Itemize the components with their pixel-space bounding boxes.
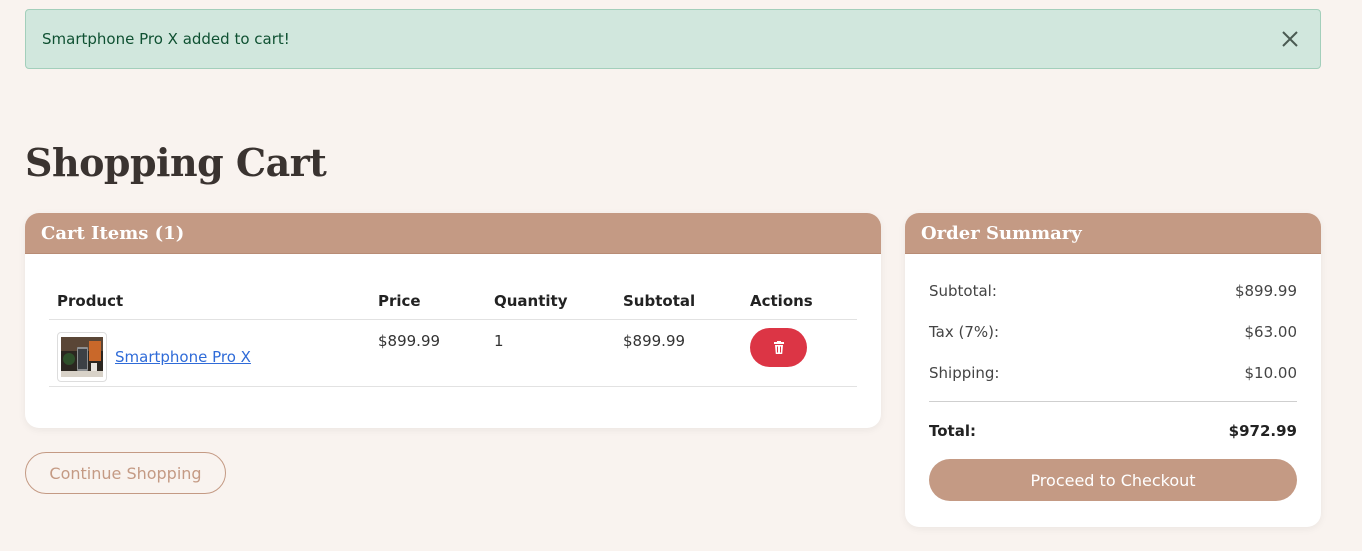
alert-close-button[interactable]: [1276, 25, 1304, 53]
order-summary-title: Order Summary: [921, 222, 1082, 244]
order-summary-body: Subtotal: $899.99 Tax (7%): $63.00 Shipp…: [905, 254, 1321, 501]
summary-value: $63.00: [1244, 323, 1298, 341]
summary-label: Tax (7%):: [929, 323, 1000, 341]
summary-value: $899.99: [1234, 282, 1297, 300]
table-row: Smartphone Pro X $899.99 1 $899.99: [49, 320, 857, 387]
cart-items-header: Cart Items (1): [25, 213, 881, 254]
table-header-row: Product Price Quantity Subtotal Actions: [49, 283, 857, 320]
item-subtotal: $899.99: [623, 332, 686, 350]
actions-cell: [742, 320, 857, 386]
remove-item-button[interactable]: [750, 328, 807, 367]
column-header-product: Product: [57, 292, 124, 310]
summary-row-shipping: Shipping: $10.00: [929, 360, 1297, 401]
cart-items-title: Cart Items (1): [41, 222, 185, 244]
item-price: $899.99: [378, 332, 441, 350]
order-summary-card: Order Summary Subtotal: $899.99 Tax (7%)…: [905, 213, 1321, 527]
summary-row-tax: Tax (7%): $63.00: [929, 319, 1297, 360]
total-value: $972.99: [1228, 422, 1297, 440]
product-image: [61, 337, 103, 377]
cart-items-card: Cart Items (1) Product Price Quantity Su…: [25, 213, 881, 428]
cart-table: Product Price Quantity Subtotal Actions: [49, 283, 857, 387]
column-header-price: Price: [378, 292, 421, 310]
summary-row-subtotal: Subtotal: $899.99: [929, 278, 1297, 319]
summary-label: Shipping:: [929, 364, 1000, 382]
column-header-quantity: Quantity: [494, 292, 568, 310]
total-label: Total:: [929, 422, 976, 440]
summary-value: $10.00: [1244, 364, 1298, 382]
column-header-subtotal: Subtotal: [623, 292, 696, 310]
proceed-to-checkout-button[interactable]: Proceed to Checkout: [929, 459, 1297, 501]
summary-row-total: Total: $972.99: [929, 402, 1297, 459]
product-thumbnail[interactable]: [57, 332, 107, 382]
page-title: Shopping Cart: [25, 140, 327, 185]
continue-shopping-button[interactable]: Continue Shopping: [25, 452, 226, 494]
close-icon: [1282, 31, 1298, 47]
item-quantity: 1: [494, 332, 504, 350]
summary-label: Subtotal:: [929, 282, 997, 300]
order-summary-header: Order Summary: [905, 213, 1321, 254]
product-link[interactable]: Smartphone Pro X: [115, 348, 251, 366]
trash-icon: [773, 341, 784, 354]
alert-message: Smartphone Pro X added to cart!: [42, 30, 290, 48]
cart-alert: Smartphone Pro X added to cart!: [25, 9, 1321, 69]
product-cell: Smartphone Pro X: [49, 320, 370, 386]
column-header-actions: Actions: [750, 292, 813, 310]
